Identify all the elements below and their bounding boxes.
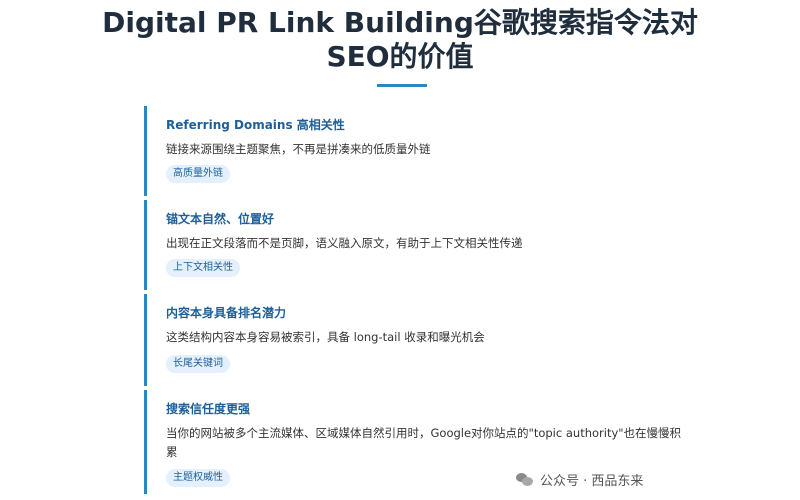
timeline-dot (144, 313, 147, 316)
page-title-line1: Digital PR Link Building谷歌搜索指令法对 (102, 6, 698, 39)
card-description: 当你的网站被多个主流媒体、区域媒体自然引用时，Google对你站点的"topic… (166, 426, 682, 459)
timeline-dot (144, 125, 147, 128)
card-tag: 上下文相关性 (166, 259, 240, 277)
card-title: Referring Domains 高相关性 (166, 118, 345, 132)
card-description: 这类结构内容本身容易被索引，具备 long-tail 收录和曝光机会 (166, 330, 485, 344)
card-title: 锚文本自然、位置好 (166, 212, 275, 226)
watermark: 公众号 · 西品东来 (516, 468, 643, 490)
card-title: 内容本身具备排名潜力 (166, 306, 287, 320)
timeline-dot (144, 409, 147, 412)
card-tag: 长尾关键词 (166, 355, 230, 373)
card-tag: 主题权威性 (166, 469, 230, 487)
page-title: Digital PR Link Building谷歌搜索指令法对 SEO的价值 (0, 6, 800, 74)
card-title: 搜索信任度更强 (166, 402, 251, 416)
title-underline (377, 84, 427, 87)
card-description: 出现在正文段落而不是页脚，语义融入原文，有助于上下文相关性传递 (166, 236, 523, 250)
card-tag: 高质量外链 (166, 165, 230, 183)
timeline-dot (144, 219, 147, 222)
wechat-icon (516, 472, 534, 486)
watermark-text: 公众号 · 西品东来 (540, 473, 644, 489)
timeline-card-ranking-potential: 内容本身具备排名潜力 这类结构内容本身容易被索引，具备 long-tail 收录… (144, 294, 707, 386)
timeline-card-referring-domains: Referring Domains 高相关性 链接来源围绕主题聚焦，不再是拼凑来… (144, 106, 707, 196)
timeline: Referring Domains 高相关性 链接来源围绕主题聚焦，不再是拼凑来… (144, 106, 704, 500)
timeline-card-anchor-text: 锚文本自然、位置好 出现在正文段落而不是页脚，语义融入原文，有助于上下文相关性传… (144, 200, 707, 290)
page-title-line2: SEO的价值 (326, 40, 474, 73)
card-description: 链接来源围绕主题聚焦，不再是拼凑来的低质量外链 (166, 142, 431, 156)
